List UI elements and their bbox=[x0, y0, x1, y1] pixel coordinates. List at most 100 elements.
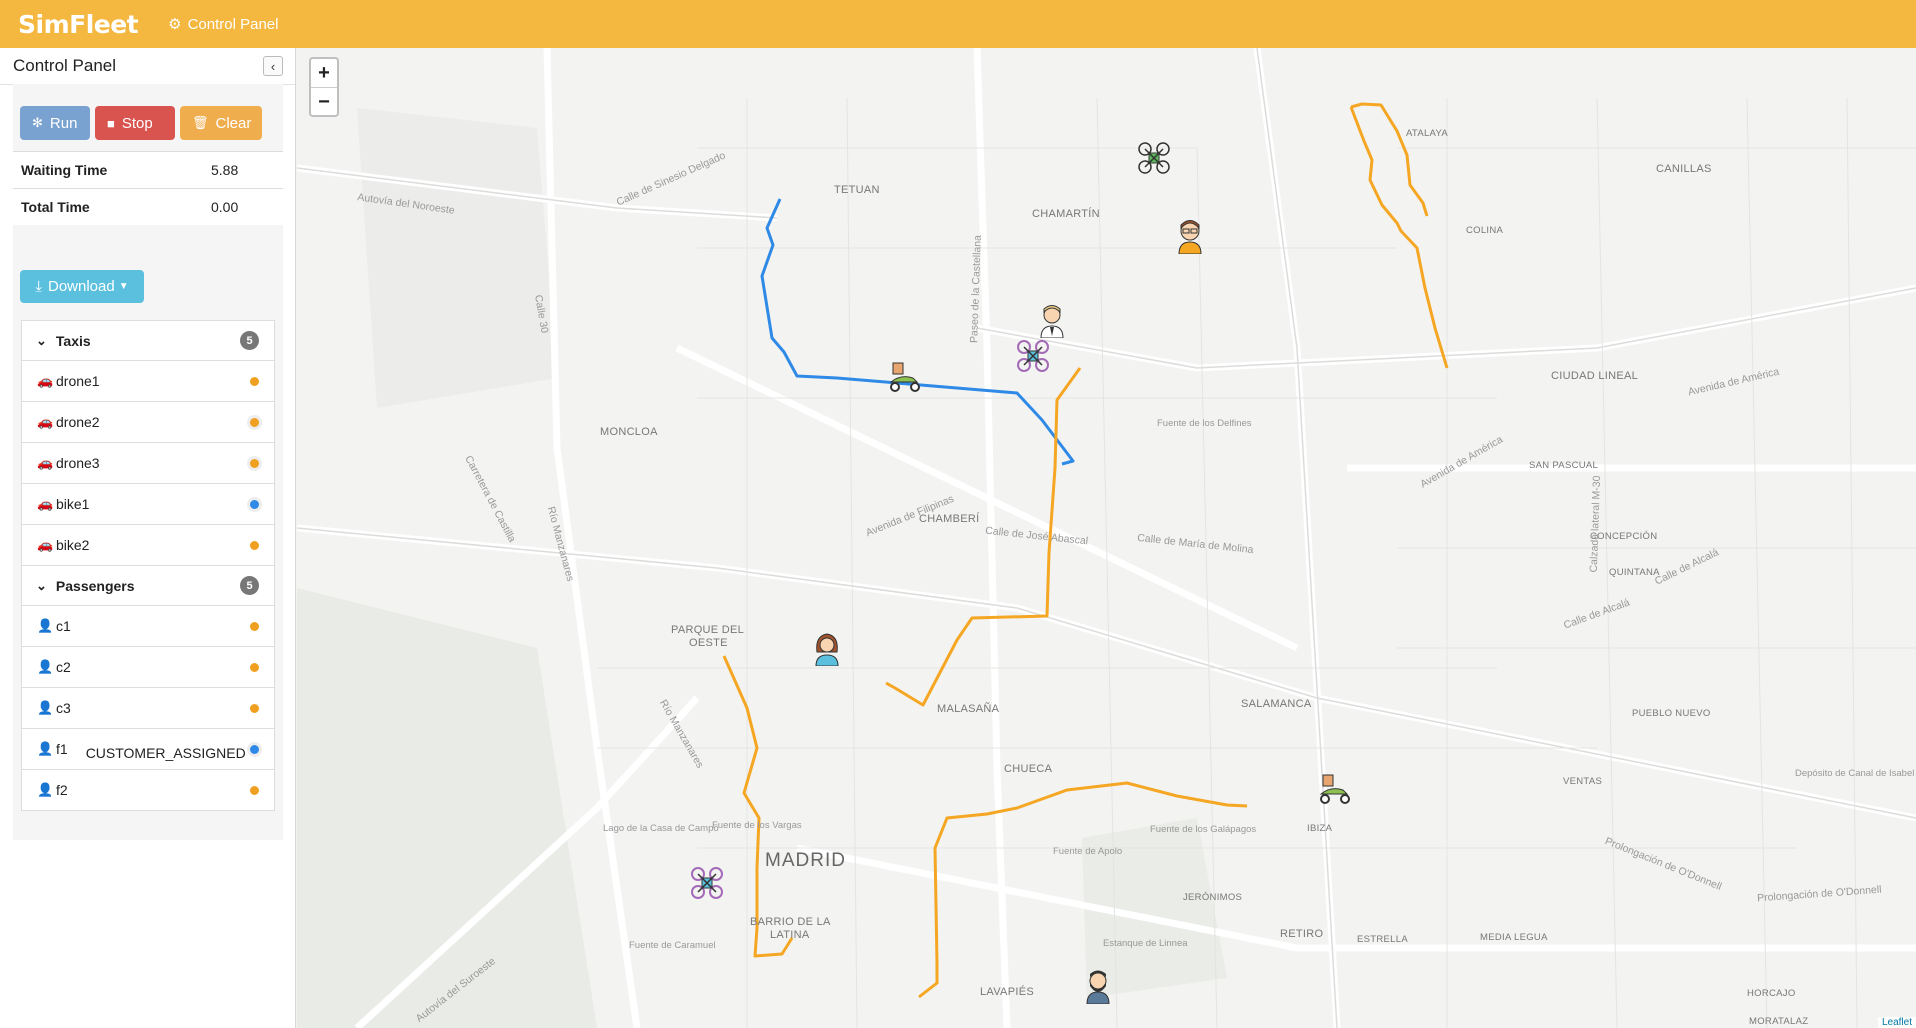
street-label: Fuente de los Delfines bbox=[1157, 418, 1252, 429]
stats-table: Waiting Time 5.88 Total Time 0.00 bbox=[13, 151, 283, 225]
collapse-sidebar-button[interactable]: ‹ bbox=[263, 56, 283, 76]
taxi-item-drone2[interactable]: 🚗 drone2 bbox=[22, 402, 274, 443]
map-label-jeronimos: JERÓNIMOS bbox=[1183, 892, 1243, 903]
car-icon: 🚗 bbox=[37, 496, 54, 511]
download-dropdown-button[interactable]: ⤓ Download ▼ bbox=[20, 270, 144, 303]
stop-icon: ■ bbox=[107, 115, 115, 131]
taxi-name: drone1 bbox=[56, 373, 100, 389]
status-dot bbox=[250, 621, 259, 631]
sidebar-title: Control Panel bbox=[13, 56, 117, 75]
route-orange-drone1b bbox=[1350, 102, 1429, 217]
passenger-marker-c1[interactable] bbox=[1175, 218, 1211, 254]
passengers-count-badge: 5 bbox=[240, 576, 259, 595]
passenger-marker-f1[interactable] bbox=[1083, 968, 1119, 1004]
passenger-marker-c3[interactable] bbox=[812, 630, 848, 666]
drone3-marker[interactable] bbox=[690, 866, 726, 902]
passenger-item-c1[interactable]: 👤 c1 bbox=[22, 606, 274, 647]
passenger-name: c3 bbox=[56, 700, 71, 716]
map-label-canillas: CANILLAS bbox=[1656, 163, 1712, 175]
map-label-horcajo: HORCAJO bbox=[1747, 988, 1796, 999]
bike1-marker[interactable] bbox=[887, 360, 923, 396]
stop-button[interactable]: ■ Stop bbox=[95, 106, 175, 140]
brand-logo[interactable]: SimFleet bbox=[18, 10, 139, 39]
map-label-ibiza: IBIZA bbox=[1307, 823, 1333, 834]
passenger-item-c3[interactable]: 👤 c3 bbox=[22, 688, 274, 729]
taxi-item-drone1[interactable]: 🚗 drone1 bbox=[22, 361, 274, 402]
car-icon: 🚗 bbox=[37, 537, 54, 552]
drone-icon bbox=[1017, 340, 1049, 372]
map-label-chamartin: CHAMARTÍN bbox=[1032, 208, 1100, 220]
passenger-name: c2 bbox=[56, 659, 71, 675]
taxi-name: drone2 bbox=[56, 414, 100, 430]
control-panel-body: ✻ Run ■ Stop 🗑 Clear Waiting Time 5.88 T… bbox=[13, 84, 283, 840]
street-label: Depósito de Canal de Isabel II bbox=[1795, 768, 1916, 779]
park-area bbox=[297, 588, 597, 1028]
map-label-parque-oeste-2: OESTE bbox=[689, 637, 728, 649]
street-label: Fuente de Apolo bbox=[1053, 846, 1123, 857]
taxis-group-label: Taxis bbox=[55, 332, 91, 349]
city-map[interactable]: + − MADRID TETUAN CHAMARTÍN ATALAYA CANI… bbox=[297, 48, 1916, 1028]
user-icon: 👤 bbox=[37, 782, 54, 797]
map-label-ciudad-lineal: CIUDAD LINEAL bbox=[1551, 370, 1639, 382]
taxi-item-bike2[interactable]: 🚗 bike2 bbox=[22, 525, 274, 566]
taxis-group-header[interactable]: ⌄ Taxis 5 bbox=[22, 321, 274, 361]
drone-icon bbox=[691, 867, 723, 899]
street-label: Estanque de Linnea bbox=[1103, 938, 1188, 949]
stat-row-waiting-time: Waiting Time 5.88 bbox=[13, 151, 283, 188]
zoom-out-button[interactable]: − bbox=[311, 88, 337, 116]
map-label-parque-oeste-1: PARQUE DEL bbox=[671, 624, 745, 636]
download-icon: ⤓ bbox=[35, 278, 42, 295]
passenger-status-text: CUSTOMER_ASSIGNED bbox=[85, 745, 246, 761]
passenger-name: f1 bbox=[56, 741, 68, 757]
passengers-group-label: Passengers bbox=[55, 577, 135, 594]
download-button-label: Download bbox=[48, 278, 115, 295]
spinner-icon: ✻ bbox=[32, 115, 43, 130]
drone2-marker[interactable] bbox=[1016, 339, 1052, 375]
street-label: Fuente de Caramuel bbox=[629, 940, 716, 951]
clear-button[interactable]: 🗑 Clear bbox=[180, 106, 262, 140]
status-dot bbox=[250, 703, 259, 713]
drone-icon bbox=[1138, 142, 1170, 174]
map-label-tetuan: TETUAN bbox=[834, 184, 880, 196]
stat-label: Total Time bbox=[21, 199, 90, 215]
nav-control-panel-link[interactable]: ⚙ Control Panel bbox=[168, 15, 279, 34]
chevron-down-icon: ⌄ bbox=[36, 577, 47, 593]
stop-button-label: Stop bbox=[121, 114, 153, 132]
nav-control-panel-label: Control Panel bbox=[187, 15, 279, 33]
run-button[interactable]: ✻ Run bbox=[20, 106, 90, 140]
gears-icon: ⚙ bbox=[168, 16, 182, 33]
run-button-label: Run bbox=[49, 114, 78, 132]
status-dot bbox=[250, 662, 259, 672]
status-dot bbox=[250, 417, 259, 427]
control-panel-sidebar: Control Panel ‹ ✻ Run ■ Stop 🗑 Clear Wai… bbox=[0, 48, 296, 1028]
status-dot bbox=[250, 376, 259, 386]
drone1-marker[interactable] bbox=[1137, 141, 1173, 177]
passenger-item-c2[interactable]: 👤 c2 bbox=[22, 647, 274, 688]
passenger-marker-c2[interactable] bbox=[1037, 302, 1073, 338]
street-label: Fuente de los Vargas bbox=[712, 820, 802, 831]
zoom-in-button[interactable]: + bbox=[311, 59, 337, 88]
route-orange-drone1 bbox=[1349, 106, 1449, 369]
map-label-media-legua: MEDIA LEGUA bbox=[1480, 932, 1548, 943]
map-label-malasana: MALASAÑA bbox=[937, 703, 1000, 715]
taxi-item-bike1[interactable]: 🚗 bike1 bbox=[22, 484, 274, 525]
map-label-madrid: MADRID bbox=[765, 850, 846, 871]
stat-label: Waiting Time bbox=[21, 162, 108, 178]
map-label-barrio-latina-2: LATINA bbox=[770, 929, 810, 941]
passenger-item-f1[interactable]: 👤 f1 CUSTOMER_ASSIGNED bbox=[22, 729, 274, 770]
passenger-item-f2[interactable]: 👤 f2 bbox=[22, 770, 274, 810]
map-label-colina: COLINA bbox=[1466, 225, 1504, 236]
map-label-barrio-latina-1: BARRIO DE LA bbox=[750, 916, 831, 928]
woman-icon bbox=[815, 633, 839, 666]
passengers-group-header[interactable]: ⌄ Passengers 5 bbox=[22, 566, 274, 606]
top-navbar: SimFleet ⚙ Control Panel bbox=[0, 0, 1916, 48]
taxi-name: bike1 bbox=[56, 496, 90, 512]
street-label: Lago de la Casa de Campo bbox=[603, 823, 719, 834]
map-label-estrella: ESTRELLA bbox=[1357, 934, 1408, 945]
map-attribution[interactable]: Leaflet bbox=[1877, 1017, 1916, 1028]
bike2-marker[interactable] bbox=[1317, 772, 1353, 808]
stat-value: 0.00 bbox=[211, 199, 239, 215]
taxi-item-drone3[interactable]: 🚗 drone3 bbox=[22, 443, 274, 484]
taxi-name: drone3 bbox=[56, 455, 100, 471]
stat-row-total-time: Total Time 0.00 bbox=[13, 188, 283, 225]
